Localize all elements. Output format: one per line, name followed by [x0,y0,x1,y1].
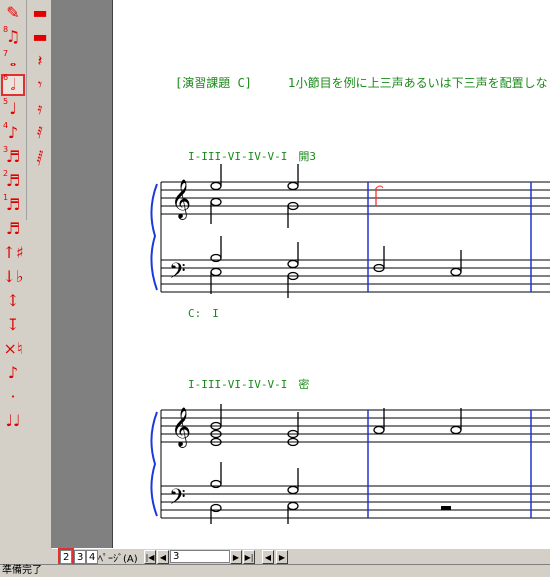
page-number-input[interactable] [170,550,230,563]
sixty-fourth-note-icon[interactable]: ♬ 1 [1,194,25,216]
grace-note-icon[interactable]: ♪ [1,362,25,384]
eraser-icon[interactable]: ✎ [1,2,25,24]
sixty-fourth-rest-icon[interactable]: 𝅁 [28,146,52,168]
tool-glyph: 𝄽 [37,51,43,70]
tool-glyph: · [10,387,16,406]
svg-text:𝄞: 𝄞 [171,407,191,448]
half-note-icon[interactable]: 𝅗𝅥 6 [1,74,25,96]
tool-glyph: ✎ [6,3,20,22]
tool-glyph: ♪ [7,363,19,382]
tool-glyph: ▬ [32,3,48,22]
note-128-icon[interactable]: ♬ [1,218,25,240]
duration-number: 6 [3,73,9,82]
sixteenth-note-icon[interactable]: ♬ 3 [1,146,25,168]
sharp-up-icon[interactable]: ↑♯ [1,242,25,264]
score-system-2[interactable]: 𝄞 𝄢 [113,398,550,528]
duration-number: 4 [3,121,9,130]
thirty-second-note-icon[interactable]: ♬ 2 [1,170,25,192]
tool-glyph: ♪ [7,123,19,142]
tool-glyph: ♩ [9,99,17,118]
tool-glyph: 𝅁 [36,147,44,166]
tool-glyph: ×♮ [3,339,23,358]
tool-glyph: ♬ [5,219,21,238]
eighth-note-icon[interactable]: ♪ 4 [1,122,25,144]
eighth-rest-icon[interactable]: 𝄾 [28,74,52,96]
status-bar: 準備完了 [0,564,550,576]
tool-glyph: ↧ [6,315,20,334]
svg-text:𝄢: 𝄢 [169,485,186,515]
dot-icon[interactable]: · [1,386,25,408]
exercise-heading: [演習課題 C] [175,76,252,90]
page-2-button[interactable]: 2 [57,548,75,566]
system1-key-label: C: I [188,307,219,320]
pitch-up-down-icon[interactable]: ↕ [1,290,25,312]
next-page-icon[interactable]: ▶ [230,550,242,564]
duration-number: 2 [3,169,9,178]
prev-page-icon[interactable]: ◀ [157,550,169,564]
scroll-left-icon[interactable]: ◀ [262,550,274,564]
tool-glyph: ↑♯ [2,243,24,262]
quarter-rest-icon[interactable]: 𝄽 [28,50,52,72]
sixteenth-rest-icon[interactable]: 𝄿 [28,98,52,120]
duration-number: 8 [3,25,9,34]
pitch-down-icon[interactable]: ↧ [1,314,25,336]
page-navigation-bar: 2 3 4 ﾍﾟｰｼﾞ(A) |◀ ◀ ▶ ▶| ◀ ▶ [52,548,550,566]
tool-glyph: ↓♭ [2,267,24,286]
page-margin-gutter [52,0,112,548]
tool-glyph: 𝄿 [37,99,43,118]
tool-glyph: 𝅝 [9,51,17,70]
scroll-right-icon[interactable]: ▶ [276,550,288,564]
flat-down-icon[interactable]: ↓♭ [1,266,25,288]
duration-number: 3 [3,145,9,154]
duration-number: 5 [3,97,9,106]
natural-icon[interactable]: ×♮ [1,338,25,360]
quarter-note-icon[interactable]: ♩ 5 [1,98,25,120]
note-palette: ✎ ♫ 8 𝅝 7 𝅗𝅥 6 ♩ 5 ♪ 4 ♬ 3 ♬ 2 ♬ 1 ♬ ↑♯ ↓♭ ↕ ↧ ×♮ ♪ · ♩♩ ▬ ▬ 𝄽 𝄾 𝄿 𝅀 𝅁 [0,0,52,548]
page-4-button[interactable]: 4 [86,550,99,564]
tool-glyph: 𝅗𝅥 [10,75,16,94]
duration-number: 1 [3,193,9,202]
tie-icon[interactable]: ♩♩ [1,410,25,432]
note-8th-group-icon[interactable]: ♫ 8 [1,26,25,48]
page-3-button[interactable]: 3 [74,550,87,564]
page-menu-label[interactable]: ﾍﾟｰｼﾞ(A) [98,550,138,565]
system1-progression-label: I-III-VI-IV-V-I 開3 [188,150,316,163]
tool-glyph: ▬ [32,27,48,46]
system2-progression-label: I-III-VI-IV-V-I 密 [188,378,310,391]
score-system-1[interactable]: 𝄞 𝄢 [113,164,550,310]
note-palette-column-rests: ▬ ▬ 𝄽 𝄾 𝄿 𝅀 𝅁 [26,0,52,220]
tool-glyph: 𝄾 [37,75,43,94]
score-page[interactable]: [演習課題 C] 1小節目を例に上三声あるいは下三声を配置しな I-III-VI… [112,0,550,548]
last-page-icon[interactable]: ▶| [243,550,255,564]
duration-number: 7 [3,49,9,58]
tool-glyph: 𝅀 [37,123,43,142]
svg-text:𝄞: 𝄞 [171,179,191,220]
whole-note-icon[interactable]: 𝅝 7 [1,50,25,72]
tool-glyph: ♩♩ [5,411,21,430]
thirty-second-rest-icon[interactable]: 𝅀 [28,122,52,144]
exercise-instruction: 1小節目を例に上三声あるいは下三声を配置しな [288,76,548,90]
svg-text:𝄢: 𝄢 [169,259,186,289]
first-page-icon[interactable]: |◀ [144,550,156,564]
whole-rest-icon[interactable]: ▬ [28,2,52,24]
half-rest-icon[interactable]: ▬ [28,26,52,48]
tool-glyph: ↕ [6,291,20,310]
